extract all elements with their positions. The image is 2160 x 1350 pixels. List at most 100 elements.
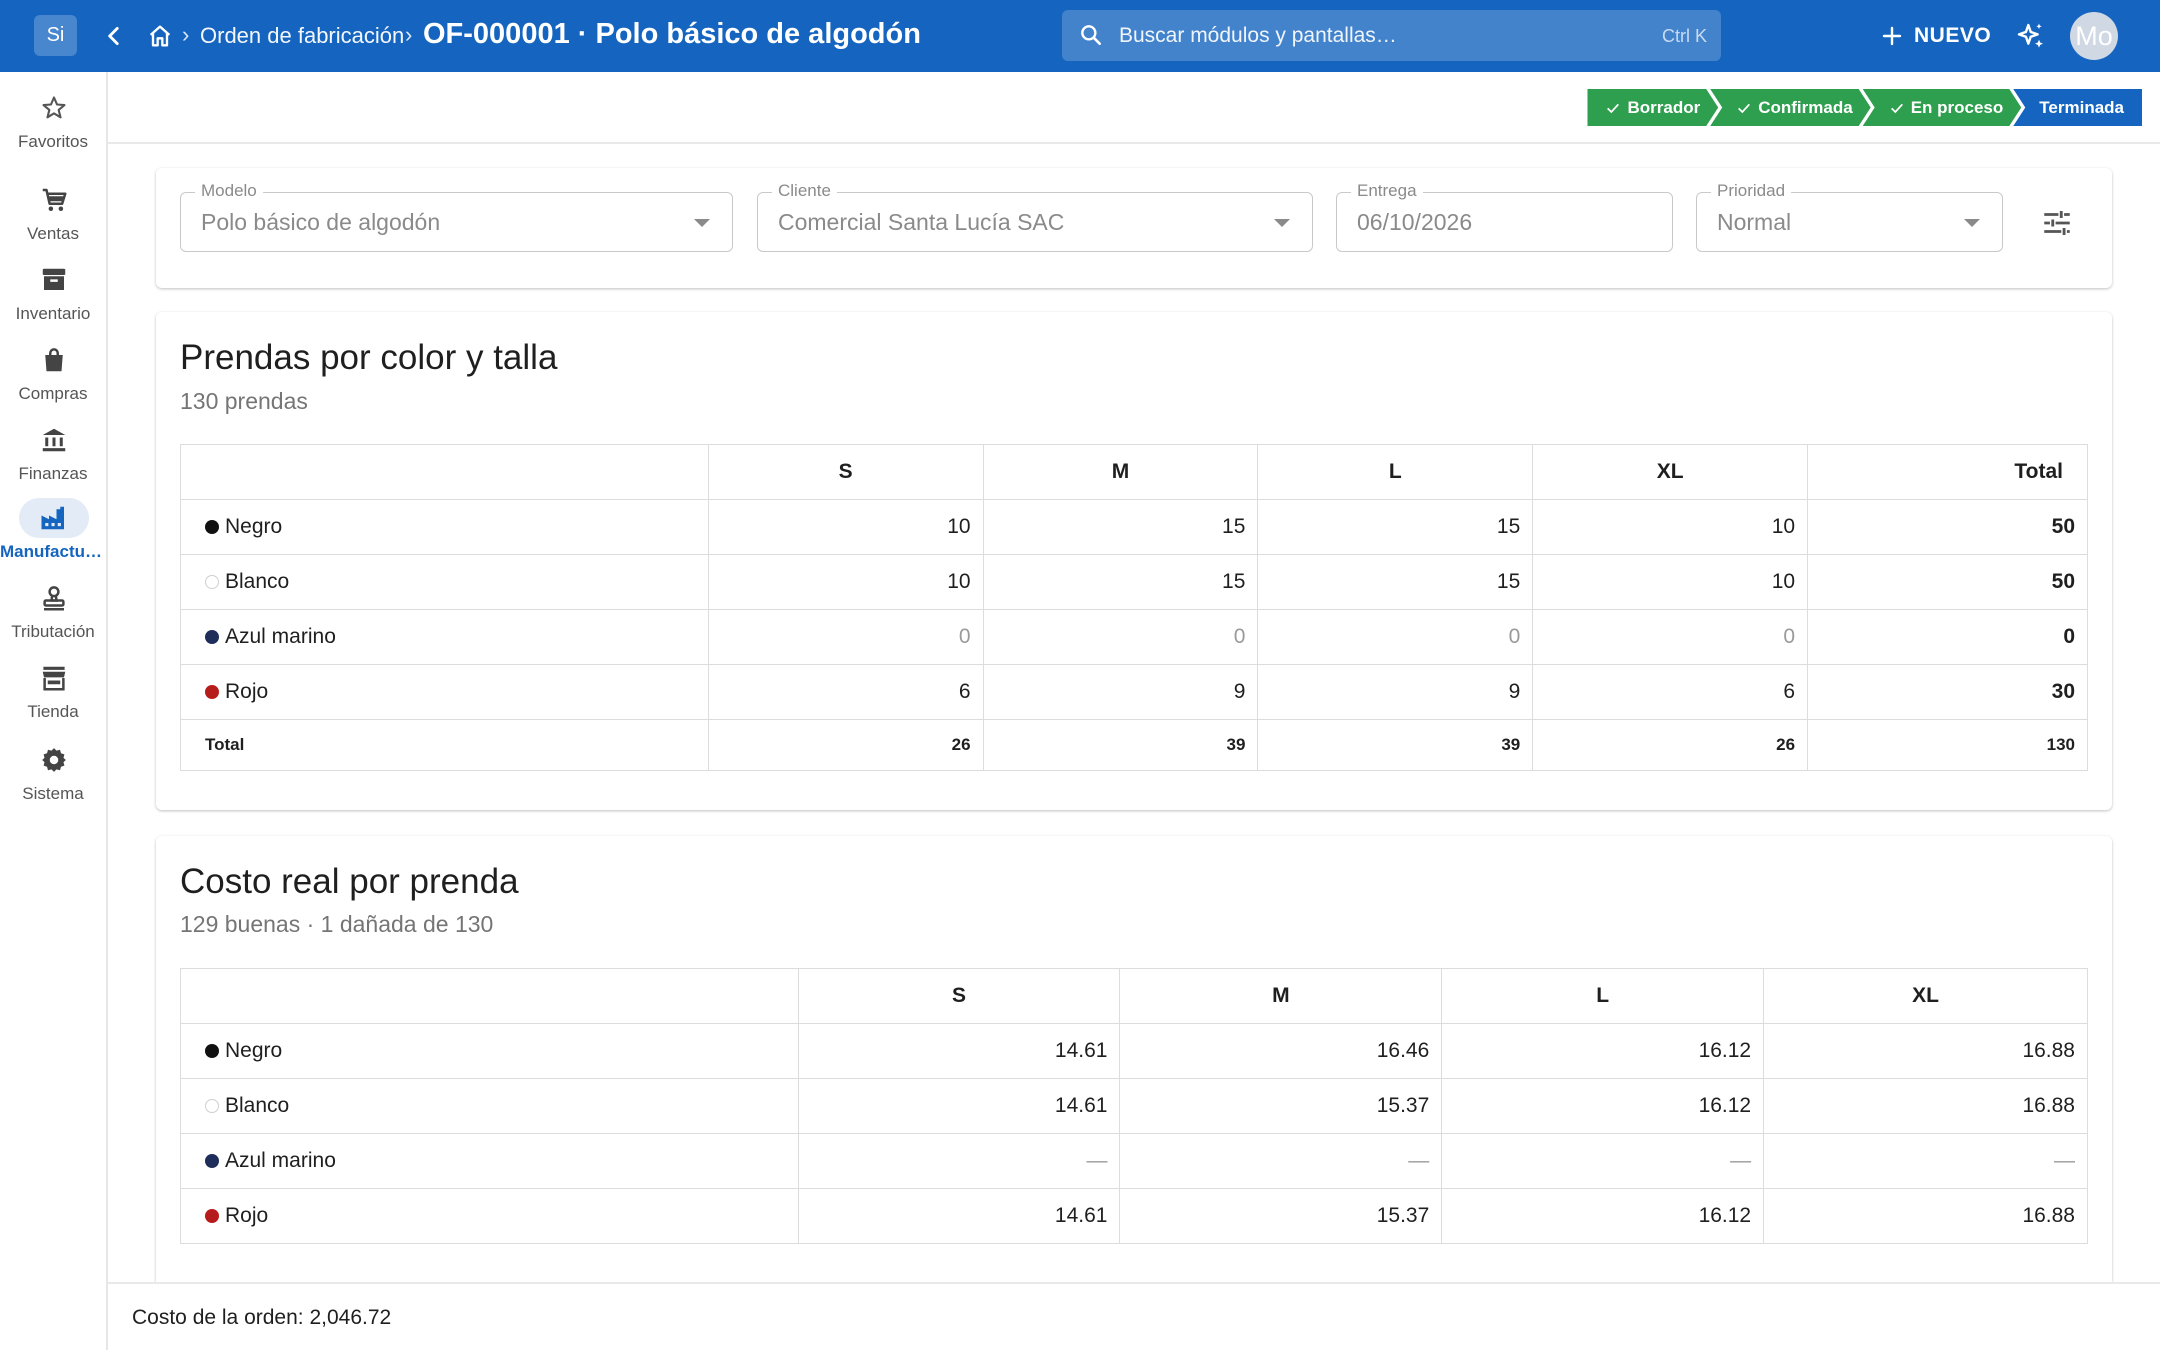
sidebar-item-label: Sistema — [22, 784, 84, 803]
sidebar-item-ventas[interactable]: Ventas — [0, 180, 106, 256]
breadcrumb-link[interactable]: Orden de fabricación — [200, 23, 404, 49]
quantity-cell[interactable]: 10 — [1532, 554, 1809, 610]
order-header-card: Modelo Polo básico de algodón Cliente Co… — [156, 168, 2112, 288]
color-name: Blanco — [225, 1094, 290, 1117]
quantity-cell[interactable]: 0 — [1532, 609, 1809, 665]
table-header-row: S M L XL Total — [180, 444, 2088, 500]
cost-cell: — — [797, 1133, 1121, 1189]
status-step-label: Terminada — [2039, 97, 2124, 117]
sidebar-item-label: Favoritos — [18, 132, 88, 151]
store-icon — [19, 658, 89, 698]
sparkles-icon[interactable] — [2012, 18, 2050, 56]
quantity-cell[interactable]: 15 — [982, 554, 1259, 610]
sidebar-item-sistema[interactable]: Sistema — [0, 740, 106, 816]
column-header[interactable]: S — [707, 444, 984, 500]
sidebar-item-inventario[interactable]: Inventario — [0, 260, 106, 336]
quantity-cell[interactable]: 15 — [1257, 499, 1534, 555]
column-header[interactable]: XL — [1532, 444, 1809, 500]
quantity-cell[interactable]: 10 — [707, 499, 984, 555]
cost-cell: — — [1441, 1133, 1765, 1189]
column-header[interactable]: XL — [1763, 968, 2088, 1024]
quantity-cell[interactable]: 10 — [1532, 499, 1809, 555]
table-row: Rojo 6 9 9 6 30 — [180, 664, 2088, 720]
sidebar-item-label: Ventas — [27, 224, 79, 243]
sidebar-item-favoritos[interactable]: Favoritos — [0, 88, 106, 164]
status-step-borrador[interactable]: Borrador — [1587, 89, 1718, 126]
quantity-cell[interactable]: 0 — [982, 609, 1259, 665]
column-header[interactable]: L — [1257, 444, 1534, 500]
entrega-date-field[interactable]: Entrega 06/10/2026 — [1336, 181, 1673, 252]
row-label: Rojo — [180, 1188, 799, 1244]
modelo-select[interactable]: Modelo Polo básico de algodón — [180, 181, 733, 252]
row-label: Rojo — [180, 664, 709, 720]
column-header[interactable]: M — [1119, 968, 1443, 1024]
column-header[interactable]: Total — [1807, 444, 2088, 500]
color-name: Azul marino — [225, 625, 336, 648]
quantity-cell[interactable]: 0 — [1257, 609, 1534, 665]
color-name: Rojo — [225, 680, 269, 703]
row-total: 30 — [1807, 664, 2088, 720]
cost-cell: 16.88 — [1763, 1078, 2088, 1134]
quantity-cell[interactable]: 10 — [707, 554, 984, 610]
column-header[interactable]: L — [1441, 968, 1765, 1024]
bank-icon — [19, 420, 89, 460]
color-dot — [205, 1154, 219, 1168]
archive-icon — [19, 260, 89, 300]
cost-cell: — — [1119, 1133, 1443, 1189]
cost-cell: 14.61 — [797, 1188, 1121, 1244]
top-app-bar: Si › Orden de fabricación › OF-000001 · … — [0, 0, 2160, 72]
quantity-cell[interactable]: 15 — [982, 499, 1259, 555]
column-header[interactable]: S — [797, 968, 1121, 1024]
cost-cell: 16.46 — [1119, 1023, 1443, 1079]
quantity-cell[interactable]: 6 — [707, 664, 984, 720]
sidebar-item-tributacion[interactable]: Tributación — [0, 578, 106, 654]
quantity-cell[interactable]: 15 — [1257, 554, 1534, 610]
status-step-label: Borrador — [1627, 97, 1701, 117]
card-subtitle: 129 buenas · 1 dañada de 130 — [180, 911, 494, 937]
search-input[interactable]: Buscar módulos y pantallas… Ctrl K — [1062, 10, 1721, 61]
color-dot — [205, 1044, 219, 1058]
status-step-label: En proceso — [1910, 97, 2004, 117]
field-label: Modelo — [195, 181, 263, 201]
cliente-select[interactable]: Cliente Comercial Santa Lucía SAC — [757, 181, 1313, 252]
status-step-confirmada[interactable]: Confirmada — [1710, 89, 1870, 126]
column-total: 26 — [1532, 719, 1809, 771]
home-icon[interactable] — [142, 18, 178, 54]
sidebar-item-tienda[interactable]: Tienda — [0, 658, 106, 734]
column-header[interactable]: M — [982, 444, 1259, 500]
row-total: 50 — [1807, 499, 2088, 555]
avatar[interactable]: Mo — [2070, 12, 2118, 60]
color-dot — [205, 1099, 219, 1113]
quantity-cell[interactable]: 9 — [982, 664, 1259, 720]
back-icon[interactable] — [96, 18, 132, 54]
page-title: OF-000001 · Polo básico de algodón — [423, 18, 921, 50]
status-step-terminada[interactable]: Terminada — [2013, 89, 2142, 126]
sidebar-item-manufacturacion[interactable]: Manufacturación — [0, 498, 106, 574]
sidebar-item-finanzas[interactable]: Finanzas — [0, 420, 106, 496]
tune-icon[interactable] — [2036, 202, 2078, 244]
check-icon — [1889, 100, 1905, 116]
quantity-cell[interactable]: 6 — [1532, 664, 1809, 720]
row-label: Azul marino — [180, 1133, 799, 1189]
new-button[interactable]: NUEVO — [1872, 14, 1999, 58]
row-label: Negro — [180, 499, 709, 555]
row-label: Azul marino — [180, 609, 709, 665]
cost-cell: 14.61 — [797, 1078, 1121, 1134]
color-dot — [205, 685, 219, 699]
color-name: Negro — [225, 1039, 283, 1062]
status-stepper: Borrador Confirmada En proceso Terminada — [1587, 89, 2142, 126]
quantity-cell[interactable]: 0 — [707, 609, 984, 665]
app-switcher-chip[interactable]: Si — [34, 15, 77, 56]
status-step-en-proceso[interactable]: En proceso — [1863, 89, 2022, 126]
sidebar-item-compras[interactable]: Compras — [0, 340, 106, 416]
order-cost-total: Costo de la orden: 2,046.72 — [132, 1306, 392, 1329]
card-subtitle: 130 prendas — [180, 388, 308, 414]
grand-total: 130 — [1807, 719, 2088, 771]
quantity-cell[interactable]: 9 — [1257, 664, 1534, 720]
cost-cell: 14.61 — [797, 1023, 1121, 1079]
card-title: Costo real por prenda — [180, 862, 519, 901]
cost-cell: 15.37 — [1119, 1078, 1443, 1134]
prioridad-select[interactable]: Prioridad Normal — [1696, 181, 2003, 252]
field-value: Polo básico de algodón — [201, 209, 441, 235]
check-icon — [1605, 100, 1621, 116]
